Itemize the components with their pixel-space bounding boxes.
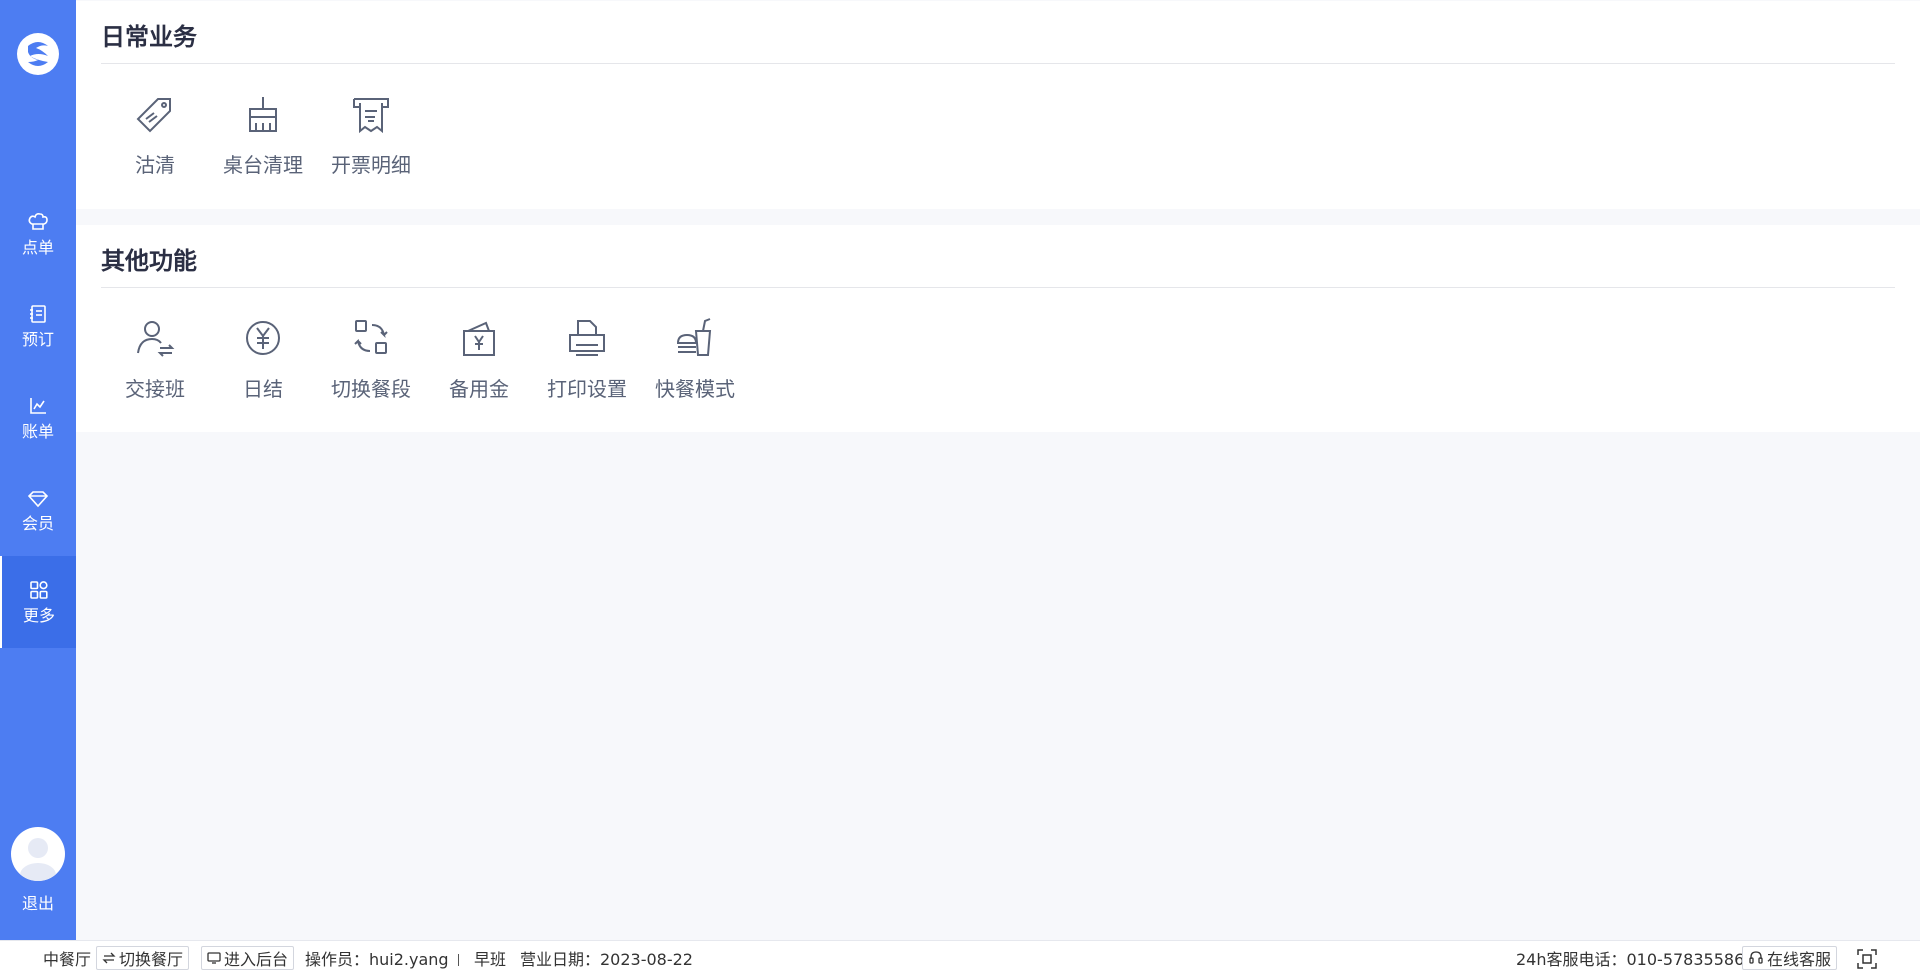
fast-food-icon <box>676 318 712 356</box>
online-service-button[interactable]: 在线客服 <box>1742 946 1838 970</box>
tile-label: 交接班 <box>125 377 185 401</box>
logout-button[interactable]: 退出 <box>0 890 76 914</box>
daily-settlement-button[interactable]: 日结 <box>209 315 317 402</box>
daily-business-panel: 日常业务 沽清 桌台清理 开票明细 <box>76 1 1920 209</box>
tile-label: 沽清 <box>135 153 175 177</box>
tile-label: 备用金 <box>449 377 509 401</box>
sold-out-button[interactable]: 沽清 <box>101 91 209 178</box>
logo-icon <box>14 30 62 78</box>
hotline: 24h客服电话：010-57835586 <box>1516 950 1745 969</box>
print-settings-button[interactable]: 打印设置 <box>533 315 641 402</box>
table-clear-button[interactable]: 桌台清理 <box>209 91 317 178</box>
invoice-detail-button[interactable]: 开票明细 <box>317 91 425 178</box>
printer-icon <box>569 320 605 356</box>
avatar[interactable] <box>11 827 65 881</box>
shift-handover-button[interactable]: 交接班 <box>101 315 209 402</box>
shift: 早班 <box>474 950 507 969</box>
tile-label: 桌台清理 <box>223 153 303 177</box>
switch-meal-period-button[interactable]: 切换餐段 <box>317 315 425 402</box>
switch-restaurant-button[interactable]: 切换餐厅 <box>96 946 190 970</box>
handover-icon <box>137 321 175 357</box>
section-title: 日常业务 <box>101 23 197 51</box>
operator: 操作员：hui2.yang <box>305 950 449 969</box>
invoice-icon <box>353 98 389 134</box>
diamond-icon <box>27 491 49 508</box>
button-label: 在线客服 <box>1767 950 1832 969</box>
status-bar: 中餐厅 切换餐厅 进入后台 操作员：hui2.yang 早班 营业日期：2023… <box>0 940 1920 978</box>
tile-label: 快餐模式 <box>655 377 735 401</box>
enter-backend-button[interactable]: 进入后台 <box>201 946 295 970</box>
section-title: 其他功能 <box>101 247 197 275</box>
divider <box>101 287 1895 288</box>
nav-label: 会员 <box>21 514 54 533</box>
swap-icon <box>102 952 116 964</box>
monitor-icon <box>207 952 221 964</box>
nav-label: 账单 <box>21 422 54 441</box>
nav-label: 更多 <box>22 606 55 625</box>
switch-icon <box>354 320 388 354</box>
wallet-icon <box>463 321 495 356</box>
grid-icon <box>30 581 48 599</box>
yuan-coin-icon <box>246 321 280 355</box>
broom-icon <box>249 97 277 132</box>
tile-label: 切换餐段 <box>331 377 411 401</box>
nav-more[interactable]: 更多 <box>0 556 76 648</box>
tile-label: 开票明细 <box>331 153 411 177</box>
reserve-fund-button[interactable]: 备用金 <box>425 315 533 402</box>
tag-icon <box>136 98 171 133</box>
restaurant-name: 中餐厅 <box>43 950 92 969</box>
chef-hat-icon <box>28 213 48 230</box>
nav-bill[interactable]: 账单 <box>0 372 76 464</box>
nav-reservation[interactable]: 预订 <box>0 280 76 372</box>
divider <box>101 63 1895 64</box>
notebook-icon <box>30 305 46 323</box>
tile-label: 日结 <box>243 377 283 401</box>
chart-icon <box>30 398 46 414</box>
tile-label: 打印设置 <box>547 377 627 401</box>
button-label: 切换餐厅 <box>119 950 184 969</box>
nav-member[interactable]: 会员 <box>0 464 76 556</box>
nav-label: 预订 <box>21 330 54 349</box>
headset-icon <box>1749 951 1763 964</box>
separator <box>458 954 459 966</box>
nav-order[interactable]: 点单 <box>0 188 76 280</box>
other-functions-panel: 其他功能 交接班 日结 切换餐段 备用金 打印设置 快餐模式 <box>76 225 1920 432</box>
fullscreen-icon[interactable] <box>1856 948 1878 970</box>
button-label: 进入后台 <box>224 950 289 969</box>
fast-food-mode-button[interactable]: 快餐模式 <box>641 315 749 402</box>
business-date: 营业日期：2023-08-22 <box>520 950 693 969</box>
sidebar: 点单 预订 账单 会员 更多 退出 <box>0 0 76 940</box>
nav-label: 点单 <box>21 238 54 257</box>
